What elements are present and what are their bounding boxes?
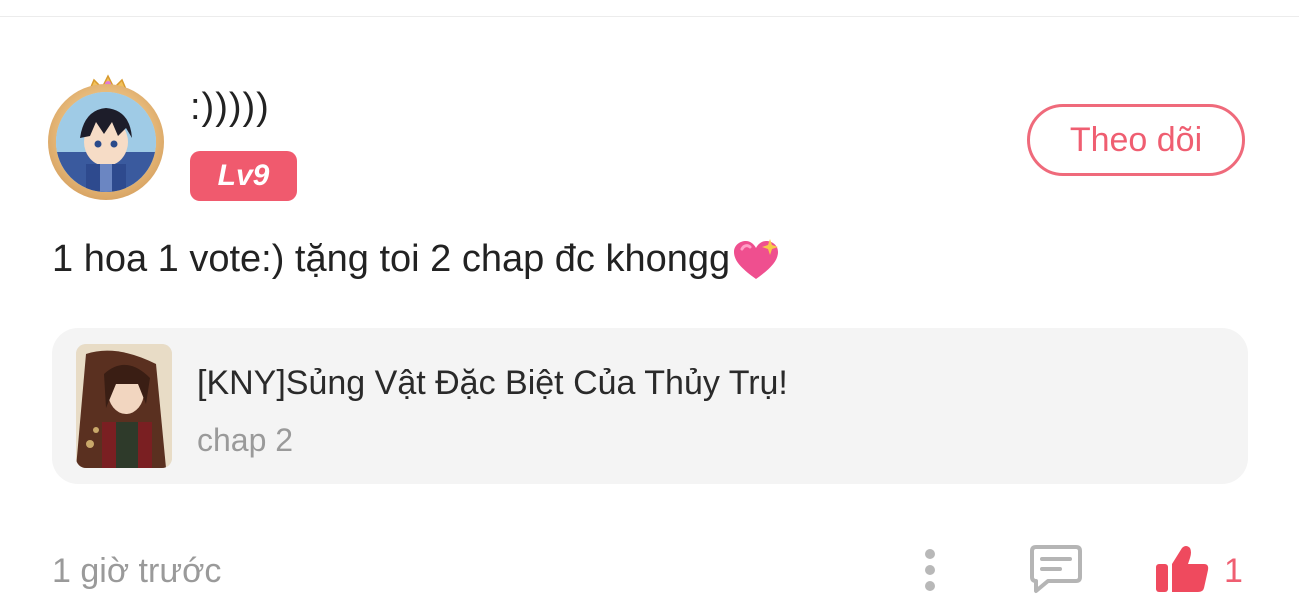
avatar-image: [56, 92, 156, 192]
sparkling-heart-icon: [734, 238, 779, 279]
level-badge: Lv9: [190, 151, 297, 201]
comment-item: :))))) Lv9 Theo dõi 1 hoa 1 vote:) tặng …: [0, 0, 1299, 600]
like-count: 1: [1224, 552, 1243, 590]
story-card[interactable]: [KNY]Sủng Vật Đặc Biệt Của Thủy Trụ! cha…: [52, 328, 1248, 484]
comment-text-row: 1 hoa 1 vote:) tặng toi 2 chap đc khongg: [52, 238, 780, 283]
avatar[interactable]: [44, 74, 172, 202]
timestamp: 1 giờ trước: [52, 552, 222, 590]
story-title: [KNY]Sủng Vật Đặc Biệt Của Thủy Trụ!: [197, 364, 788, 402]
top-divider: [0, 16, 1299, 17]
comment-icon[interactable]: [1028, 543, 1084, 595]
thumbs-up-icon[interactable]: [1154, 544, 1210, 594]
comment-text: 1 hoa 1 vote:) tặng toi 2 chap đc khongg: [52, 238, 731, 280]
story-cover-image: [76, 344, 172, 468]
username[interactable]: :))))): [190, 86, 270, 129]
more-vertical-icon[interactable]: [916, 546, 944, 594]
story-chapter: chap 2: [197, 422, 294, 458]
follow-button[interactable]: Theo dõi: [1027, 104, 1245, 176]
